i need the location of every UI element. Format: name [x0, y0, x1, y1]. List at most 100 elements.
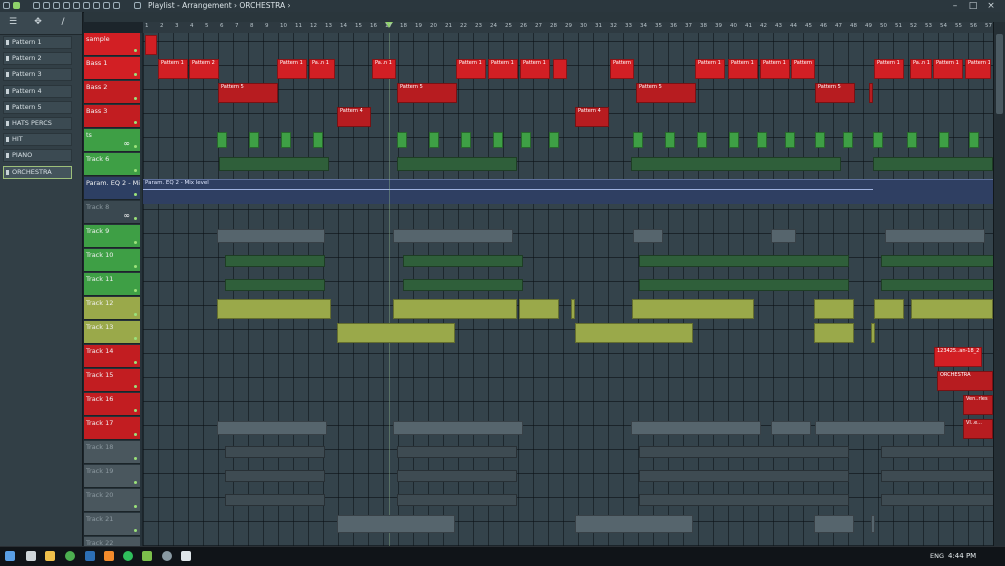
track-header[interactable]: Track 21 — [84, 513, 140, 536]
playlist-clip[interactable] — [337, 323, 455, 343]
delete-icon[interactable] — [53, 2, 60, 9]
track-enable-dot[interactable] — [134, 49, 137, 52]
playlist-clip[interactable]: Pattern 4 — [337, 107, 371, 127]
playlist-clip[interactable]: Pattern 1 — [695, 59, 725, 79]
zoom-icon[interactable] — [103, 2, 110, 9]
track-enable-dot[interactable] — [134, 385, 137, 388]
playlist-clip[interactable] — [461, 132, 471, 148]
playlist-clip[interactable]: Pattern 1 — [488, 59, 518, 79]
playlist-clip[interactable] — [785, 132, 795, 148]
playlist-clip[interactable] — [969, 132, 979, 148]
pattern-item[interactable]: PIANO — [3, 149, 72, 163]
playlist-clip[interactable]: Pattern 5 — [815, 83, 855, 103]
arrow-icon[interactable] — [134, 2, 141, 9]
playlist-clip[interactable] — [632, 299, 754, 319]
playlist-clip[interactable] — [225, 255, 325, 267]
playlist-clip[interactable] — [771, 421, 811, 435]
playlist-clip[interactable] — [881, 255, 993, 267]
playlist-clip[interactable] — [571, 299, 575, 319]
playlist-clip[interactable] — [575, 323, 693, 343]
track-header[interactable]: sample — [84, 33, 140, 56]
playlist-clip[interactable] — [881, 446, 993, 458]
track-header[interactable]: ts ∞ — [84, 129, 140, 152]
track-header[interactable]: Track 8 ∞ — [84, 201, 140, 224]
playlist-clip[interactable] — [493, 132, 503, 148]
app-icon[interactable] — [85, 551, 95, 561]
track-header[interactable]: Track 6 — [84, 153, 140, 176]
playlist-clip[interactable]: Pa..n 1 — [309, 59, 335, 79]
playlist-clip[interactable]: VI..e... — [963, 419, 993, 439]
slice-icon[interactable] — [83, 2, 90, 9]
playlist-clip[interactable] — [631, 157, 841, 171]
playlist-clip[interactable] — [814, 299, 854, 319]
clock[interactable]: 4:44 PM — [948, 552, 976, 560]
playlist-clip[interactable] — [871, 323, 875, 343]
playlist-clip[interactable] — [219, 157, 329, 171]
playlist-clip[interactable] — [217, 421, 327, 435]
playlist-clip[interactable] — [549, 132, 559, 148]
playlist-clip[interactable] — [393, 299, 517, 319]
pattern-item[interactable]: HIT — [3, 133, 72, 147]
automation-clip[interactable]: Param. EQ 2 - Mix level — [143, 179, 993, 204]
explorer-icon[interactable] — [45, 551, 55, 561]
playlist-clip[interactable] — [815, 132, 825, 148]
browser-icon[interactable] — [162, 551, 172, 561]
playlist-clip[interactable] — [639, 494, 849, 506]
link-icon[interactable]: ∞ — [123, 139, 130, 148]
pattern-item[interactable]: Pattern 5 — [3, 100, 72, 114]
track-enable-dot[interactable] — [134, 241, 137, 244]
playlist-clip[interactable]: Pa..n 1 — [910, 59, 932, 79]
playlist-clip[interactable]: Pattern 1 — [610, 59, 634, 79]
track-header[interactable]: Param. EQ 2 - Mix l. — [84, 177, 140, 200]
track-enable-dot[interactable] — [134, 265, 137, 268]
playlist-clip[interactable] — [631, 421, 761, 435]
task-view-icon[interactable] — [26, 551, 36, 561]
playlist-clip[interactable] — [697, 132, 707, 148]
playlist-clip[interactable]: Pattern 1 — [965, 59, 991, 79]
slip-icon[interactable] — [73, 2, 80, 9]
playlist-clip[interactable] — [521, 132, 531, 148]
playlist-clip[interactable] — [639, 255, 849, 267]
track-enable-dot[interactable] — [134, 121, 137, 124]
track-enable-dot[interactable] — [134, 409, 137, 412]
playlist-clip[interactable] — [881, 470, 993, 482]
chrome-icon[interactable] — [65, 551, 75, 561]
playlist-clip[interactable]: 123425..an-18_2 — [934, 347, 982, 367]
link-icon[interactable]: ∞ — [123, 211, 130, 220]
playlist-clip[interactable] — [217, 229, 325, 243]
playlist-clip[interactable]: Pattern 5 — [218, 83, 278, 103]
pattern-item[interactable]: HATS PERCS — [3, 117, 72, 130]
playlist-clip[interactable]: Pattern 2 — [189, 59, 219, 79]
menu-icon[interactable] — [3, 2, 10, 9]
playlist-clip[interactable] — [429, 132, 439, 148]
playlist-clip[interactable] — [225, 494, 325, 506]
playlist-clip[interactable] — [939, 132, 949, 148]
track-enable-dot[interactable] — [134, 481, 137, 484]
playlist-clip[interactable] — [519, 299, 559, 319]
fl-studio-icon[interactable] — [104, 551, 114, 561]
camtasia-icon[interactable] — [142, 551, 152, 561]
track-enable-dot[interactable] — [134, 337, 137, 340]
pattern-item[interactable]: ORCHESTRA — [3, 165, 72, 179]
playlist-clip[interactable] — [217, 299, 331, 319]
playlist-clip[interactable] — [393, 421, 523, 435]
track-enable-dot[interactable] — [134, 145, 137, 148]
track-enable-dot[interactable] — [134, 361, 137, 364]
playlist-clip[interactable] — [313, 132, 323, 148]
close-button[interactable]: × — [984, 0, 998, 12]
playlist-clip[interactable]: Pattern 1 — [791, 59, 815, 79]
playlist-clip[interactable] — [217, 132, 227, 148]
track-header[interactable]: Track 11 — [84, 273, 140, 296]
track-header[interactable]: Track 19 — [84, 465, 140, 488]
playback-icon[interactable] — [113, 2, 120, 9]
playlist-clip[interactable] — [881, 279, 993, 291]
track-enable-dot[interactable] — [134, 217, 137, 220]
playlist-clip[interactable] — [873, 132, 883, 148]
playlist-clip[interactable]: Pattern 1 — [933, 59, 963, 79]
playlist-clip[interactable]: Pattern 1 — [277, 59, 307, 79]
track-enable-dot[interactable] — [134, 289, 137, 292]
playlist-clip[interactable] — [881, 494, 993, 506]
timeline-overview[interactable] — [84, 12, 1005, 22]
playlist-clip[interactable]: Pattern 1 — [520, 59, 550, 79]
playlist-clip[interactable] — [771, 229, 796, 243]
